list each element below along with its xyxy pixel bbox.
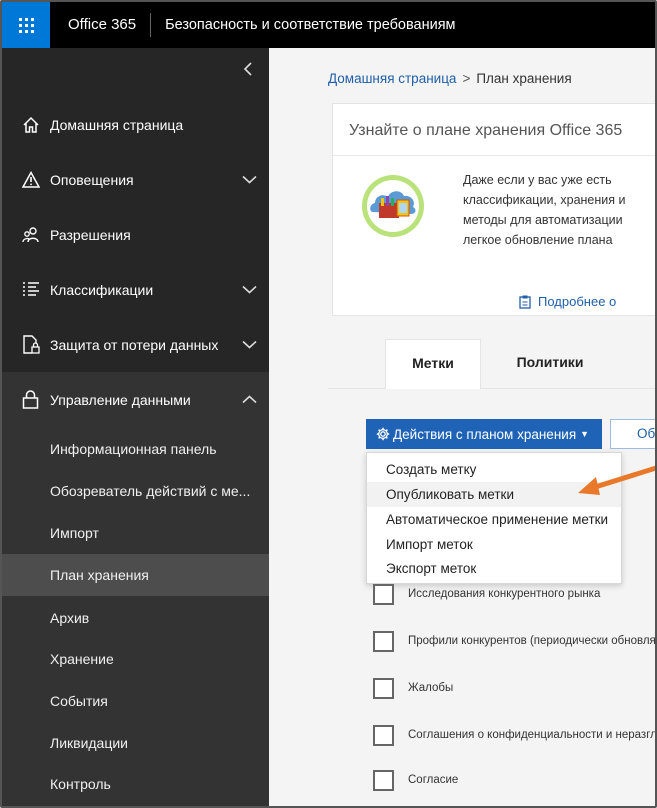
breadcrumb-current: План хранения <box>476 71 572 86</box>
sidebar-item-label: Домашняя страница <box>50 116 184 133</box>
caret-down-icon: ▼ <box>580 429 590 439</box>
card-description-line: классификации, хранения и <box>463 193 626 207</box>
lock-icon <box>22 390 44 410</box>
menu-item-export-labels[interactable]: Экспорт меток <box>367 556 621 581</box>
chevron-down-icon[interactable] <box>241 285 257 294</box>
info-card: Узнайте о плане хранения Office 365 Даже… <box>332 103 655 316</box>
sidebar-subitem-retention[interactable]: Хранение <box>2 638 269 680</box>
sidebar-item-dlp[interactable]: Защита от потери данных <box>2 317 269 372</box>
card-title: Узнайте о плане хранения Office 365 <box>349 122 623 139</box>
top-bar: Office 365 Безопасность и соответствие т… <box>2 2 655 48</box>
collapse-nav-button[interactable] <box>238 60 258 80</box>
list-icon <box>22 280 44 300</box>
tab-policies[interactable]: Политики <box>494 339 606 389</box>
row-label: Соглашения о конфиденциальности и неразг… <box>408 729 657 741</box>
sidebar-subitem-dashboard[interactable]: Информационная панель <box>2 428 269 470</box>
file-plan-actions-button[interactable]: Действия с планом хранения ▼ <box>366 419 602 449</box>
table-row[interactable]: Профили конкурентов (периодически обновл… <box>373 630 656 652</box>
row-checkbox[interactable] <box>373 677 394 699</box>
sidebar-item-label: Защита от потери данных <box>50 336 219 353</box>
learn-more-link[interactable]: Подробнее о <box>519 294 616 309</box>
chevron-left-icon <box>243 62 252 76</box>
window-frame: Office 365 Безопасность и соответствие т… <box>0 0 657 808</box>
breadcrumb-home-link[interactable]: Домашняя страница <box>328 71 456 86</box>
callout-arrow-icon <box>578 465 655 495</box>
sidebar: Домашняя страница Оповещения Разрешения … <box>2 48 269 806</box>
sidebar-item-label: Оповещения <box>50 171 134 188</box>
table-row[interactable]: Согласие <box>373 769 458 791</box>
sidebar-subitem-events[interactable]: События <box>2 680 269 722</box>
row-checkbox[interactable] <box>373 630 394 652</box>
chevron-down-icon[interactable] <box>241 340 257 349</box>
row-label: Исследования конкурентного рынка <box>408 588 601 600</box>
main-content: Домашняя страница > План хранения Узнайте … <box>269 48 657 806</box>
learn-more-label: Подробнее о <box>538 294 617 309</box>
gear-icon <box>376 427 390 441</box>
file-plan-actions-label: Действия с планом хранения <box>393 426 577 442</box>
breadcrumb-separator: > <box>462 71 471 86</box>
sidebar-subitem-dispositions[interactable]: Ликвидации <box>2 722 269 764</box>
card-description: Даже если у вас уже есть классификации, … <box>463 170 655 250</box>
table-row[interactable]: Соглашения о конфиденциальности и неразг… <box>373 724 657 746</box>
sidebar-subitem-supervision[interactable]: Контроль <box>2 763 269 805</box>
secondary-button[interactable]: Об <box>610 419 655 449</box>
app-launcher-button[interactable] <box>2 2 50 48</box>
table-row[interactable]: Исследования конкурентного рынка <box>373 583 600 605</box>
menu-item-auto-apply-label[interactable]: Автоматическое применение метки <box>367 507 621 532</box>
card-description-line: Даже если у вас уже есть <box>463 173 612 187</box>
sidebar-item-label: Разрешения <box>50 226 131 243</box>
document-lock-icon <box>22 335 44 355</box>
sidebar-item-label: Управление данными <box>50 391 191 408</box>
home-icon <box>22 115 44 135</box>
sidebar-item-alerts[interactable]: Оповещения <box>2 152 269 207</box>
card-divider <box>333 155 655 156</box>
sidebar-subitem-archive[interactable]: Архив <box>2 597 269 639</box>
sidebar-item-label: Классификации <box>50 281 154 298</box>
card-description-line: легкое обновление плана <box>463 233 613 247</box>
document-icon <box>519 295 531 309</box>
row-label: Профили конкурентов (периодически обновл… <box>408 635 656 647</box>
waffle-icon <box>18 17 34 33</box>
sidebar-subitem-activity-explorer[interactable]: Обозреватель действий с ме... <box>2 470 269 512</box>
breadcrumb: Домашняя страница > План хранения <box>328 71 572 86</box>
tab-bar: Метки Политики <box>328 325 655 389</box>
file-plan-illustration <box>361 174 425 238</box>
warning-icon <box>22 170 44 190</box>
sidebar-item-permissions[interactable]: Разрешения <box>2 207 269 262</box>
sidebar-subitem-import[interactable]: Импорт <box>2 512 269 554</box>
people-icon <box>22 225 44 245</box>
chevron-down-icon[interactable] <box>241 175 257 184</box>
tab-labels[interactable]: Метки <box>385 339 481 389</box>
menu-item-import-labels[interactable]: Импорт меток <box>367 532 621 557</box>
row-label: Жалобы <box>408 682 454 694</box>
table-row[interactable]: Жалобы <box>373 677 453 699</box>
row-label: Согласие <box>408 774 459 786</box>
app-title[interactable]: Безопасность и соответствие требованиям <box>151 17 455 33</box>
card-description-line: методы для автоматизации <box>463 213 623 227</box>
sidebar-subitem-file-plan[interactable]: План хранения <box>2 554 269 596</box>
sidebar-item-classifications[interactable]: Классификации <box>2 262 269 317</box>
chevron-up-icon[interactable] <box>241 395 257 404</box>
data-governance-submenu: Информационная панель Обозреватель дейст… <box>2 419 269 806</box>
row-checkbox[interactable] <box>373 583 394 605</box>
brand-title[interactable]: Office 365 <box>50 13 152 37</box>
row-checkbox[interactable] <box>373 769 394 791</box>
row-checkbox[interactable] <box>373 724 394 746</box>
sidebar-item-home[interactable]: Домашняя страница <box>2 97 269 152</box>
